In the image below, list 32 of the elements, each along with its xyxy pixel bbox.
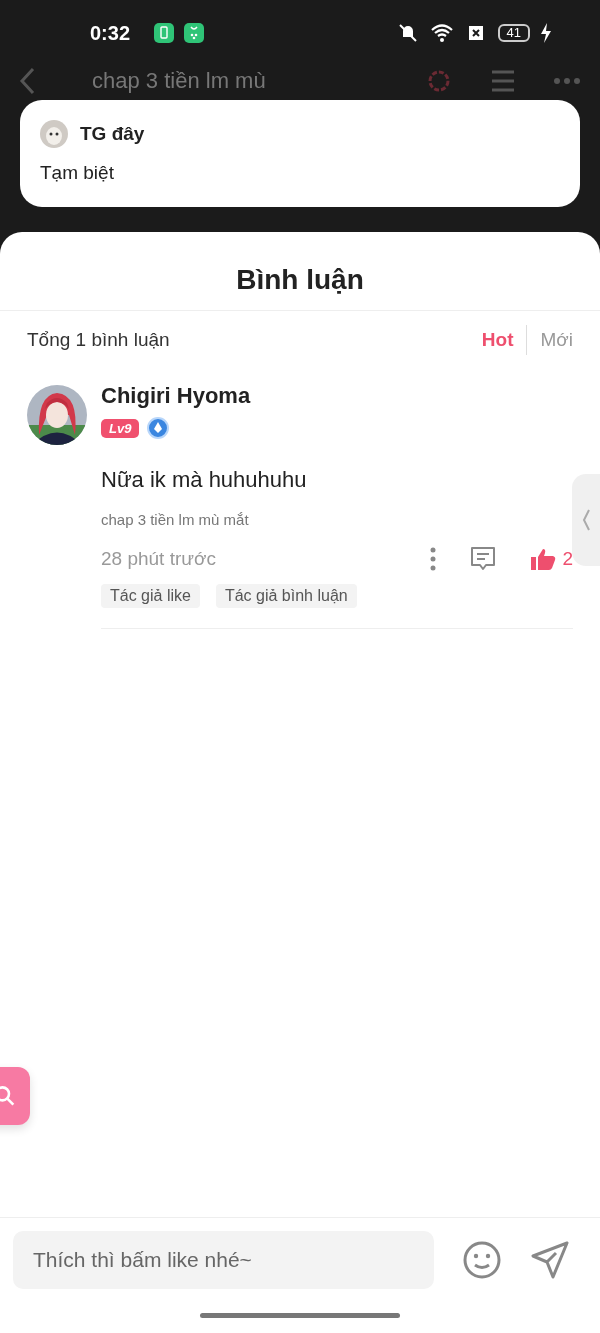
avatar-icon bbox=[40, 120, 68, 148]
chapter-label: chap 3 tiền lm mù mắt bbox=[101, 511, 249, 528]
comment-count: Tổng 1 bình luận bbox=[27, 329, 170, 351]
comment-input[interactable]: Thích thì bấm like nhé~ bbox=[13, 1231, 434, 1289]
comment-text: Nữa ik mà huhuhuhu bbox=[101, 467, 307, 493]
battery-level: 41 bbox=[497, 24, 530, 42]
app-icon bbox=[184, 23, 205, 43]
more-icon[interactable] bbox=[430, 547, 437, 571]
author-tag: Tác giả bình luận bbox=[215, 584, 357, 608]
author-name[interactable]: Chigiri Hyoma bbox=[101, 383, 251, 409]
battery-app-icon bbox=[154, 23, 175, 43]
sort-tab[interactable]: Hot bbox=[468, 327, 527, 353]
emoji-icon[interactable] bbox=[462, 1240, 502, 1280]
author-tag: Tác giả like bbox=[101, 584, 200, 608]
send-icon[interactable] bbox=[530, 1240, 570, 1280]
comment-time: 28 phút trước bbox=[101, 548, 216, 570]
reply-icon[interactable] bbox=[470, 546, 497, 572]
notification-title: TG đây bbox=[80, 123, 145, 145]
sheet-title: Bình luận bbox=[0, 232, 600, 311]
medal-icon bbox=[147, 417, 170, 439]
side-panel-handle[interactable] bbox=[572, 474, 600, 566]
sort-tab[interactable]: Mới bbox=[527, 327, 573, 353]
thumbs-up-icon bbox=[530, 547, 557, 571]
like-button[interactable]: 2 bbox=[530, 547, 573, 571]
notification-message: Tạm biệt bbox=[40, 162, 115, 184]
charging-icon bbox=[540, 23, 552, 43]
level-badge: Lv9 bbox=[101, 418, 140, 438]
notification-card[interactable]: TG đây Tạm biệt bbox=[20, 100, 580, 207]
page-title: chap 3 tiền lm mù bbox=[92, 68, 266, 94]
wifi-icon bbox=[429, 21, 454, 45]
chevron-icon bbox=[581, 508, 591, 532]
status-time: 0:32 bbox=[90, 21, 131, 45]
